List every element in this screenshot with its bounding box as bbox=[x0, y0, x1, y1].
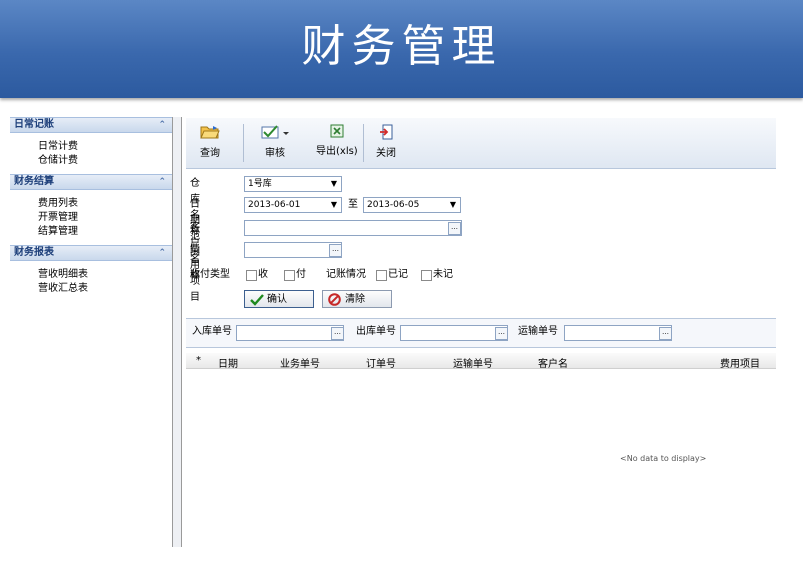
toolbar-separator bbox=[243, 124, 244, 162]
export-label: 导出(xls) bbox=[316, 146, 358, 157]
clear-button[interactable]: 清除 bbox=[322, 290, 392, 308]
sidebar-item-settlement[interactable]: 结算管理 bbox=[38, 225, 172, 239]
pay-checkbox[interactable] bbox=[284, 270, 295, 281]
sidebar-group-reports[interactable]: 财务报表 ⌃ bbox=[10, 245, 172, 261]
fee-item-input[interactable] bbox=[244, 242, 342, 258]
outbound-label: 出库单号 bbox=[356, 326, 396, 337]
receive-label: 收 bbox=[258, 269, 268, 280]
sidebar-splitter[interactable] bbox=[172, 117, 182, 547]
sidebar-group-daily[interactable]: 日常记账 ⌃ bbox=[10, 117, 172, 133]
clear-label: 清除 bbox=[345, 294, 365, 305]
recorded-checkbox[interactable] bbox=[376, 270, 387, 281]
check-icon bbox=[250, 294, 264, 306]
date-to-picker[interactable]: 2013-06-05 ▼ bbox=[363, 197, 461, 213]
dropdown-arrow-icon[interactable]: ▼ bbox=[450, 198, 456, 212]
dropdown-arrow-icon[interactable]: ▼ bbox=[331, 177, 337, 191]
inbound-input[interactable] bbox=[236, 325, 344, 341]
toolbar: 查询 审核 导出(xls) 关闭 bbox=[186, 118, 776, 169]
close-button[interactable]: 关闭 bbox=[376, 124, 396, 159]
confirm-button[interactable]: 确认 bbox=[244, 290, 314, 308]
column-header-customer[interactable]: 客户名 bbox=[538, 355, 568, 370]
warehouse-value: 1号库 bbox=[248, 179, 272, 189]
warehouse-select[interactable]: 1号库 ▼ bbox=[244, 176, 342, 192]
ellipsis-icon[interactable]: … bbox=[329, 244, 342, 257]
date-to-label: 至 bbox=[348, 199, 358, 210]
close-label: 关闭 bbox=[376, 148, 396, 159]
column-header-transport-no[interactable]: 运输单号 bbox=[453, 355, 493, 370]
exit-icon bbox=[380, 124, 393, 140]
query-button[interactable]: 查询 bbox=[200, 124, 220, 159]
no-entry-icon bbox=[328, 293, 341, 306]
review-label: 审核 bbox=[265, 148, 285, 159]
page-title: 财务管理 bbox=[301, 21, 502, 72]
sidebar-group-label: 日常记账 bbox=[14, 119, 54, 130]
ellipsis-icon[interactable]: … bbox=[659, 327, 672, 340]
header-banner: 财务管理 bbox=[0, 0, 803, 98]
unrecorded-checkbox[interactable] bbox=[421, 270, 432, 281]
inbound-label: 入库单号 bbox=[192, 326, 232, 337]
toolbar-separator bbox=[363, 124, 364, 162]
customer-input[interactable] bbox=[244, 220, 462, 236]
folder-icon bbox=[200, 126, 220, 139]
sidebar-item-storage-billing[interactable]: 仓储计费 bbox=[38, 154, 172, 168]
recorded-label: 已记 bbox=[388, 269, 408, 280]
receive-checkbox[interactable] bbox=[246, 270, 257, 281]
column-header-business-no[interactable]: 业务单号 bbox=[280, 355, 320, 370]
date-to-value: 2013-06-05 bbox=[367, 200, 420, 210]
outbound-input[interactable] bbox=[400, 325, 508, 341]
ellipsis-icon[interactable]: … bbox=[448, 222, 461, 235]
excel-icon bbox=[330, 124, 344, 138]
collapse-icon[interactable]: ⌃ bbox=[158, 246, 166, 260]
transport-input[interactable] bbox=[564, 325, 672, 341]
sidebar-item-revenue-summary[interactable]: 营收汇总表 bbox=[38, 282, 172, 296]
unrecorded-label: 未记 bbox=[433, 269, 453, 280]
column-header-fee-item[interactable]: 费用项目 bbox=[720, 355, 760, 370]
review-button[interactable]: 审核 bbox=[260, 124, 290, 159]
sidebar-group-label: 财务报表 bbox=[14, 247, 54, 258]
column-header-star[interactable]: * bbox=[196, 355, 201, 366]
sidebar-item-invoice[interactable]: 开票管理 bbox=[38, 211, 172, 225]
pay-label: 付 bbox=[296, 269, 306, 280]
export-button[interactable]: 导出(xls) bbox=[316, 124, 358, 157]
column-header-date[interactable]: 日期 bbox=[218, 355, 238, 370]
ellipsis-icon[interactable]: … bbox=[495, 327, 508, 340]
date-from-value: 2013-06-01 bbox=[248, 200, 301, 210]
sidebar-group-settlement[interactable]: 财务结算 ⌃ bbox=[10, 174, 172, 190]
sidebar: 日常记账 ⌃ 日常计费 仓储计费 财务结算 ⌃ 费用列表 开票管理 结算管理 财… bbox=[10, 117, 172, 547]
query-label: 查询 bbox=[200, 148, 220, 159]
confirm-label: 确认 bbox=[267, 294, 287, 305]
sidebar-item-fee-list[interactable]: 费用列表 bbox=[38, 197, 172, 211]
collapse-icon[interactable]: ⌃ bbox=[158, 175, 166, 189]
collapse-icon[interactable]: ⌃ bbox=[158, 118, 166, 132]
sidebar-group-label: 财务结算 bbox=[14, 176, 54, 187]
transport-label: 运输单号 bbox=[518, 326, 558, 337]
record-status-label: 记账情况 bbox=[326, 269, 366, 280]
review-icon bbox=[261, 125, 289, 139]
ellipsis-icon[interactable]: … bbox=[331, 327, 344, 340]
sidebar-item-revenue-detail[interactable]: 营收明细表 bbox=[38, 268, 172, 282]
date-from-picker[interactable]: 2013-06-01 ▼ bbox=[244, 197, 342, 213]
column-header-order-no[interactable]: 订单号 bbox=[366, 355, 396, 370]
pay-type-label: 收付类型 bbox=[190, 269, 230, 280]
order-filter-bar: 入库单号 … 出库单号 … 运输单号 … bbox=[186, 318, 776, 348]
dropdown-arrow-icon[interactable]: ▼ bbox=[331, 198, 337, 212]
empty-grid-message: <No data to display> bbox=[620, 454, 707, 463]
sidebar-item-daily-billing[interactable]: 日常计费 bbox=[38, 140, 172, 154]
grid-header: * 日期 业务单号 订单号 运输单号 客户名 费用项目 bbox=[186, 353, 776, 370]
